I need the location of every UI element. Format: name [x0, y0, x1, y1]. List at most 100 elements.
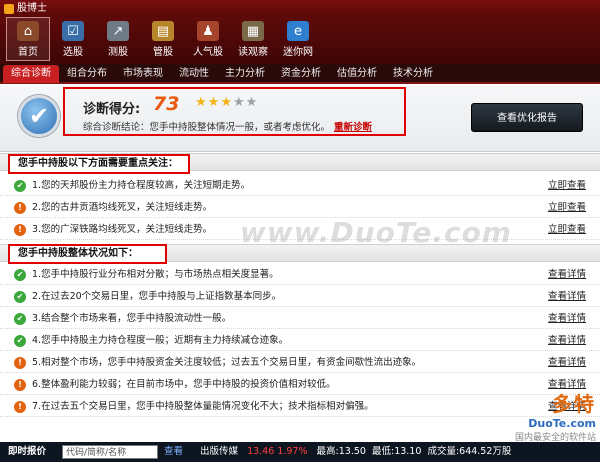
item-text: 6.整体盈利能力较弱；在目前市场中，您手中持股的投资价值相对较低。: [32, 379, 336, 390]
star-icon: ★: [245, 95, 259, 110]
item-text: 4.您手中持股主力持仓程度一般；近期有主力持续减仓迹象。: [32, 335, 289, 346]
ticker-quote: 出版传媒 13.46 1.97% 最高:13.50 最低:13.10 成交量:6…: [200, 442, 511, 462]
check-badge-icon: ✔: [18, 95, 60, 137]
section2-title: 您手中持股整体状况如下：: [8, 244, 167, 264]
check-icon: ✔: [14, 180, 26, 192]
check-icon: ✔: [14, 291, 26, 303]
toolbar-read-button[interactable]: ▦ 读观察: [231, 17, 275, 61]
item-text: 5.相对整个市场，您手中持股资金关注度较低；过去五个交易日里，有资金间歇性流出迹…: [32, 357, 422, 368]
warning-icon: !: [14, 202, 26, 214]
quote-status-bar: 即时报价 代码/简称/名称 查看 出版传媒 13.46 1.97% 最高:13.…: [0, 442, 600, 462]
score-label: 诊断得分:: [83, 102, 141, 117]
read-icon: ▦: [242, 21, 264, 41]
list-item: ✔ 1.您的天邦股份主力持仓程度较高，关注短期走势。 立即查看: [0, 176, 600, 196]
tab-5[interactable]: 资金分析: [273, 65, 329, 83]
view-detail-link[interactable]: 立即查看: [548, 198, 586, 218]
tab-7[interactable]: 技术分析: [385, 65, 441, 83]
star-icon: ★: [207, 95, 221, 110]
brand-watermark-url: DuoTe.com: [528, 417, 596, 430]
title-bar: 股博士: [0, 0, 600, 17]
toolbar-browser-button[interactable]: e 迷你网: [276, 17, 320, 61]
toolbar-manage-button[interactable]: ▤ 管股: [141, 17, 185, 61]
toolbar-label: 测股: [108, 47, 128, 58]
toolbar-label: 管股: [153, 47, 173, 58]
manage-icon: ▤: [152, 21, 174, 41]
stock-search-input[interactable]: 代码/简称/名称: [62, 445, 158, 459]
ticker-volume: 成交量:644.52万股: [427, 446, 512, 457]
star-icon: ★: [232, 95, 246, 110]
item-text: 2.您的古井贡酒均线死叉，关注短线走势。: [32, 202, 213, 213]
tab-6[interactable]: 估值分析: [329, 65, 385, 83]
stock-select-icon: ☑: [62, 21, 84, 41]
list-item: ! 2.您的古井贡酒均线死叉，关注短线走势。 立即查看: [0, 198, 600, 218]
item-text: 3.结合整个市场来看，您手中持股流动性一般。: [32, 313, 232, 324]
item-text: 3.您的广深铁路均线死叉，关注短线走势。: [32, 224, 213, 235]
diagnosis-summary: ✔ 诊断得分: 73 ★★★★★ 综合诊断结论：您手中持股整体情况一般，或者考虑…: [0, 86, 600, 152]
popularity-icon: ♟: [197, 21, 219, 41]
score-value: 73: [153, 93, 180, 115]
item-text: 7.在过去五个交易日里，您手中持股整体量能情况变化不大；技术指标相对偏强。: [32, 401, 374, 412]
toolbar-popularity-button[interactable]: ♟ 人气股: [186, 17, 230, 61]
ticker-low: 最低:13.10: [372, 446, 422, 457]
toolbar-label: 人气股: [193, 47, 223, 58]
list-item: ✔ 2.在过去20个交易日里，您手中持股与上证指数基本同步。 查看详情: [0, 287, 600, 307]
check-icon: ✔: [14, 313, 26, 325]
item-text: 1.您手中持股行业分布相对分散；与市场热点相关度显著。: [32, 269, 279, 280]
list-item: ✔ 1.您手中持股行业分布相对分散；与市场热点相关度显著。 查看详情: [0, 265, 600, 285]
brand-watermark-name: 多特: [552, 392, 596, 416]
toolbar-label: 迷你网: [283, 47, 313, 58]
view-report-button[interactable]: 查看优化报告: [471, 103, 583, 132]
warning-icon: !: [14, 224, 26, 236]
toolbar-home-button[interactable]: ⌂ 首页: [6, 17, 50, 61]
check-icon: ✔: [14, 269, 26, 281]
tab-1[interactable]: 组合分布: [59, 65, 115, 83]
browser-icon: e: [287, 21, 309, 41]
toolbar-stock-select-button[interactable]: ☑ 选股: [51, 17, 95, 61]
toolbar-label: 选股: [63, 47, 83, 58]
warning-icon: !: [14, 401, 26, 413]
home-icon: ⌂: [17, 21, 39, 41]
check-icon: ✔: [14, 335, 26, 347]
quote-label: 即时报价: [8, 446, 47, 457]
view-detail-link[interactable]: 查看详情: [548, 309, 586, 329]
tab-0[interactable]: 综合诊断: [3, 65, 59, 83]
app-title: 股博士: [17, 3, 47, 14]
conclusion-text: 综合诊断结论：您手中持股整体情况一般，或者考虑优化。: [83, 122, 331, 133]
chart-test-icon: ↗: [107, 21, 129, 41]
view-detail-link[interactable]: 查看详情: [548, 353, 586, 373]
diagnosis-tabs: 综合诊断 组合分布 市场表现 流动性 主力分析 资金分析 估值分析 技术分析: [0, 64, 600, 84]
list-item: ✔ 3.结合整个市场来看，您手中持股流动性一般。 查看详情: [0, 309, 600, 329]
toolbar-chart-test-button[interactable]: ↗ 测股: [96, 17, 140, 61]
ticker-price-change: 13.46 1.97%: [247, 446, 308, 457]
ticker-stock-name: 出版传媒: [200, 446, 239, 457]
list-item: ! 5.相对整个市场，您手中持股资金关注度较低；过去五个交易日里，有资金间歇性流出…: [0, 353, 600, 373]
tab-2[interactable]: 市场表现: [115, 65, 171, 83]
item-text: 2.在过去20个交易日里，您手中持股与上证指数基本同步。: [32, 291, 282, 302]
tab-4[interactable]: 主力分析: [217, 65, 273, 83]
diagnosis-conclusion: 综合诊断结论：您手中持股整体情况一般，或者考虑优化。 重新诊断: [83, 119, 372, 133]
quote-view-button[interactable]: 查看: [164, 442, 183, 462]
toolbar-label: 首页: [18, 47, 38, 58]
warning-icon: !: [14, 357, 26, 369]
brand-watermark: 多特 DuoTe.com 国内最安全的软件站: [478, 388, 596, 443]
main-toolbar: ⌂ 首页 ☑ 选股 ↗ 测股 ▤ 管股 ♟ 人气股 ▦ 读观察 e 迷你网: [0, 17, 600, 64]
toolbar-label: 读观察: [238, 47, 268, 58]
rating-stars: ★★★★★: [195, 95, 258, 110]
view-detail-link[interactable]: 立即查看: [548, 220, 586, 240]
view-detail-link[interactable]: 查看详情: [548, 287, 586, 307]
view-detail-link[interactable]: 查看详情: [548, 265, 586, 285]
section1-title: 您手中持股以下方面需要重点关注：: [8, 154, 190, 174]
watermark-text: www.DuoTe.com: [240, 216, 512, 249]
item-text: 1.您的天邦股份主力持仓程度较高，关注短期走势。: [32, 180, 251, 191]
rediagnose-link[interactable]: 重新诊断: [334, 122, 372, 133]
star-icon: ★: [220, 95, 233, 110]
list-item: ✔ 4.您手中持股主力持仓程度一般；近期有主力持续减仓迹象。 查看详情: [0, 331, 600, 351]
view-detail-link[interactable]: 查看详情: [548, 331, 586, 351]
ticker-high: 最高:13.50: [316, 446, 366, 457]
star-icon: ★: [195, 95, 208, 110]
tab-3[interactable]: 流动性: [171, 65, 217, 83]
warning-icon: !: [14, 379, 26, 391]
view-detail-link[interactable]: 立即查看: [548, 176, 586, 196]
app-logo-icon: [4, 3, 14, 14]
score-highlight-box: 诊断得分: 73 ★★★★★ 综合诊断结论：您手中持股整体情况一般，或者考虑优化…: [63, 87, 406, 136]
